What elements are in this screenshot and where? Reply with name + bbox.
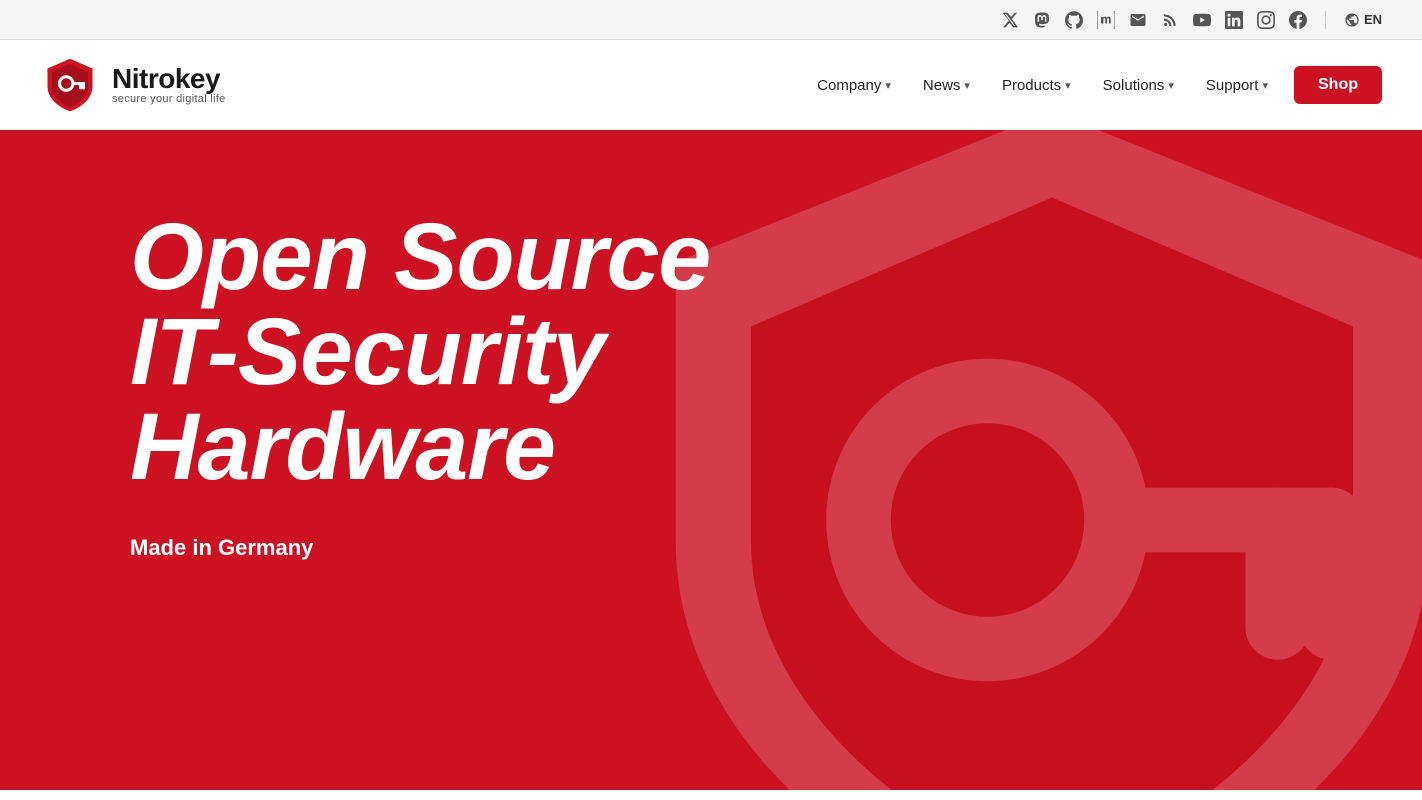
logo-name: Nitrokey xyxy=(112,65,226,93)
hero-title: Open Source IT-Security Hardware xyxy=(130,210,710,495)
language-selector[interactable]: EN xyxy=(1344,12,1382,28)
email-icon[interactable] xyxy=(1129,11,1147,29)
navbar: Nitrokey secure your digital life Compan… xyxy=(0,40,1422,130)
nav-news[interactable]: News ▾ xyxy=(909,69,984,102)
hero-subtitle: Made in Germany xyxy=(130,535,710,561)
x-twitter-icon[interactable] xyxy=(1001,11,1019,29)
logo-link[interactable]: Nitrokey secure your digital life xyxy=(40,55,226,115)
github-icon[interactable] xyxy=(1065,11,1083,29)
facebook-icon[interactable] xyxy=(1289,11,1307,29)
nav-company[interactable]: Company ▾ xyxy=(803,69,905,102)
chevron-down-icon: ▾ xyxy=(964,79,970,92)
topbar: EN xyxy=(0,0,1422,40)
shop-button[interactable]: Shop xyxy=(1294,66,1382,104)
instagram-icon[interactable] xyxy=(1257,11,1275,29)
matrix-icon[interactable] xyxy=(1097,11,1115,29)
youtube-icon[interactable] xyxy=(1193,11,1211,29)
chevron-down-icon: ▾ xyxy=(1168,79,1174,92)
linkedin-icon[interactable] xyxy=(1225,11,1243,29)
logo-text: Nitrokey secure your digital life xyxy=(112,65,226,105)
rss-icon[interactable] xyxy=(1161,11,1179,29)
mastodon-icon[interactable] xyxy=(1033,11,1051,29)
chevron-down-icon: ▾ xyxy=(885,79,891,92)
chevron-down-icon: ▾ xyxy=(1065,79,1071,92)
nav-links: Company ▾ News ▾ Products ▾ Solutions ▾ … xyxy=(803,66,1382,104)
nav-products[interactable]: Products ▾ xyxy=(988,69,1085,102)
logo-shield-icon xyxy=(40,55,100,115)
nav-solutions[interactable]: Solutions ▾ xyxy=(1089,69,1188,102)
hero-section: Open Source IT-Security Hardware Made in… xyxy=(0,130,1422,790)
nav-support[interactable]: Support ▾ xyxy=(1192,69,1282,102)
lang-label: EN xyxy=(1364,12,1382,27)
logo-tagline: secure your digital life xyxy=(112,93,226,105)
chevron-down-icon: ▾ xyxy=(1262,79,1268,92)
hero-content: Open Source IT-Security Hardware Made in… xyxy=(0,130,790,641)
